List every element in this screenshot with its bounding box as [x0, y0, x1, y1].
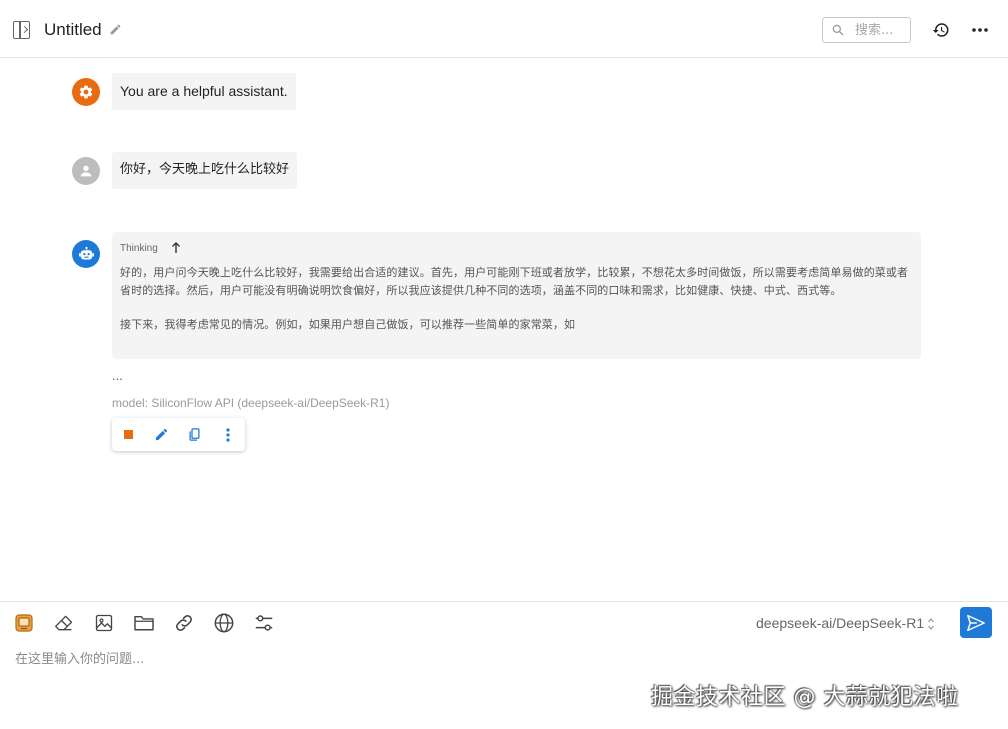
stop-button[interactable]	[120, 426, 137, 443]
search-box[interactable]	[822, 17, 911, 43]
thinking-label[interactable]: Thinking	[120, 243, 158, 254]
clear-button[interactable]	[53, 612, 75, 634]
stop-icon	[124, 430, 133, 439]
more-actions-button[interactable]	[219, 426, 236, 443]
prompt-button[interactable]	[13, 612, 35, 634]
user-message[interactable]: 你好，今天晚上吃什么比较好	[112, 152, 298, 189]
chat-app: Untitled You are a helpful assistant.	[0, 0, 1008, 729]
chevron-right-icon	[20, 25, 29, 34]
model-selector[interactable]: deepseek-ai/DeepSeek-R1	[756, 615, 924, 631]
send-icon	[967, 614, 985, 631]
system-message[interactable]: You are a helpful assistant.	[112, 73, 296, 110]
eraser-icon	[55, 615, 73, 631]
gear-icon	[79, 85, 93, 99]
sliders-icon	[255, 615, 273, 631]
edit-button[interactable]	[153, 426, 170, 443]
folder-icon	[134, 615, 154, 631]
link-button[interactable]	[173, 612, 195, 634]
prompt-icon	[15, 614, 33, 632]
user-avatar	[72, 157, 100, 185]
robot-icon	[78, 246, 94, 259]
settings-button[interactable]	[253, 612, 275, 634]
arrow-up-icon[interactable]	[170, 241, 182, 254]
search-icon	[832, 24, 844, 36]
streaming-ellipsis: ...	[112, 368, 123, 383]
pencil-icon	[155, 428, 168, 441]
page-title[interactable]: Untitled	[44, 20, 102, 40]
header: Untitled	[0, 0, 1008, 58]
pencil-icon[interactable]	[109, 23, 122, 36]
send-button[interactable]	[960, 607, 992, 638]
model-info: model: SiliconFlow API (deepseek-ai/Deep…	[112, 396, 390, 410]
image-upload-button[interactable]	[93, 612, 115, 634]
thinking-paragraph: 接下来，我得考虑常见的情况。例如，如果用户想自己做饭，可以推荐一些简单的家常菜，…	[120, 318, 576, 331]
image-icon	[95, 614, 113, 632]
web-search-button[interactable]	[213, 612, 235, 634]
more-vertical-icon	[225, 427, 230, 442]
chevron-updown-icon[interactable]	[927, 617, 935, 631]
copy-button[interactable]	[186, 426, 203, 443]
watermark: 掘金技术社区 @ 大蒜就犯法啦	[651, 685, 959, 710]
assistant-avatar	[72, 240, 100, 268]
thinking-paragraph: 好的，用户问今天晚上吃什么比较好，我需要给出合适的建议。首先，用户可能刚下班或者…	[120, 266, 909, 297]
person-icon	[80, 165, 92, 177]
search-input[interactable]	[855, 22, 907, 39]
thinking-content: 好的，用户问今天晚上吃什么比较好，我需要给出合适的建议。首先，用户可能刚下班或者…	[120, 264, 915, 334]
copy-icon	[189, 428, 200, 441]
history-icon[interactable]	[931, 21, 951, 39]
sidebar-toggle-icon[interactable]	[13, 21, 30, 39]
system-avatar	[72, 78, 100, 106]
link-icon	[176, 615, 192, 631]
thinking-panel: Thinking 好的，用户问今天晚上吃什么比较好，我需要给出合适的建议。首先，…	[112, 232, 921, 359]
globe-icon	[214, 613, 234, 633]
folder-button[interactable]	[133, 612, 155, 634]
more-horizontal-icon[interactable]	[972, 28, 988, 32]
message-action-bar	[112, 418, 245, 451]
